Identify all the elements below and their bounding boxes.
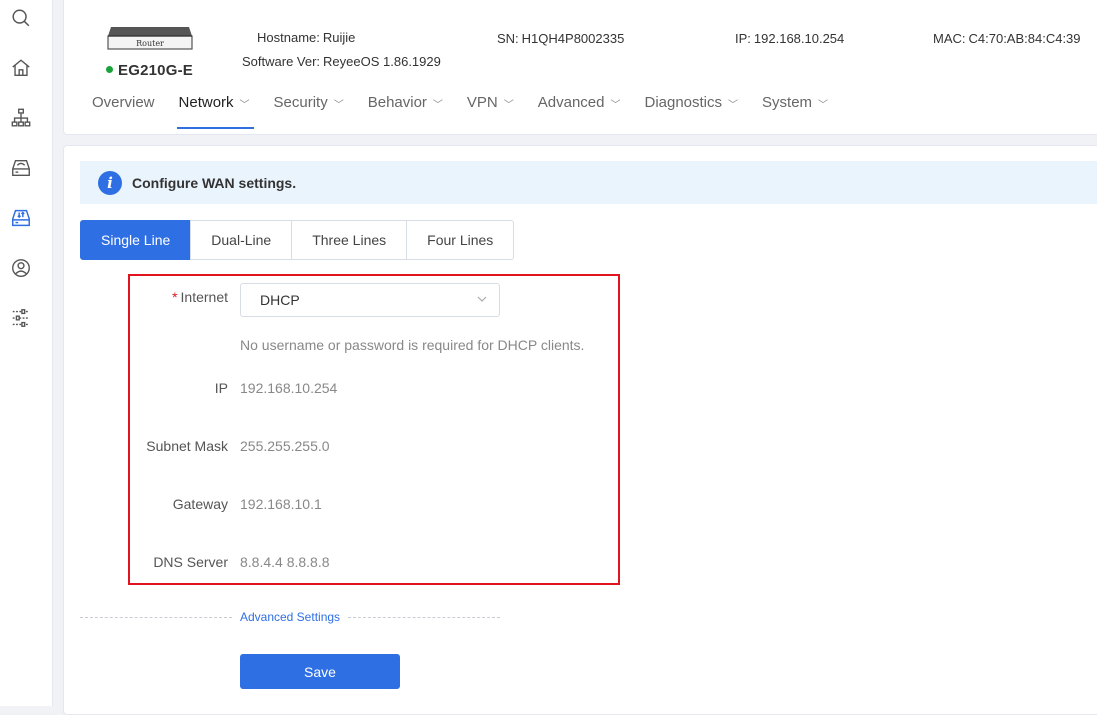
hostname-label: Hostname: — [257, 30, 320, 45]
sn-label: SN: — [497, 31, 519, 46]
ip-value: 192.168.10.254 — [753, 31, 845, 46]
info-notice: i Configure WAN settings. — [80, 161, 1097, 204]
router-icon[interactable] — [9, 156, 33, 180]
gateway-device-icon[interactable] — [9, 206, 33, 230]
mac-value: C4:70:AB:84:C4:39 — [968, 31, 1081, 46]
required-mark: * — [172, 289, 178, 305]
nav-system-label: System — [762, 94, 813, 111]
highlight-box — [128, 274, 620, 585]
user-icon[interactable] — [9, 256, 33, 280]
online-status-dot — [106, 65, 113, 73]
nav-network[interactable]: Network ﹀ — [176, 94, 254, 130]
chevron-down-icon: ﹀ — [333, 100, 344, 111]
nav-vpn[interactable]: VPN ﹀ — [467, 94, 514, 130]
search-icon[interactable] — [9, 6, 33, 30]
nav-behavior[interactable]: Behavior ﹀ — [368, 94, 443, 130]
chevron-down-icon: ﹀ — [503, 100, 514, 111]
chevron-down-icon: ﹀ — [818, 100, 829, 111]
left-icon-rail — [0, 0, 53, 706]
software-info: Software Ver: ReyeeOS 1.86.1929 — [242, 54, 441, 69]
subnet-mask-value: 255.255.255.0 — [240, 438, 330, 454]
home-icon[interactable] — [9, 56, 33, 80]
nav-network-label: Network — [178, 94, 234, 111]
nav-diagnostics[interactable]: Diagnostics ﹀ — [644, 94, 738, 130]
nav-overview[interactable]: Overview — [92, 94, 155, 130]
nav-system[interactable]: System ﹀ — [762, 94, 828, 130]
wan-settings-panel: i Configure WAN settings. Single Line Du… — [63, 145, 1097, 715]
internet-label: * Internet — [172, 289, 228, 305]
nav-diagnostics-label: Diagnostics — [644, 94, 723, 111]
device-model-text: EG210G-E — [118, 62, 193, 79]
device-model: EG210G-E — [106, 62, 193, 79]
line-mode-tabs: Single Line Dual-Line Three Lines Four L… — [80, 220, 515, 260]
software-value: ReyeeOS 1.86.1929 — [323, 54, 441, 69]
ip-field-value: 192.168.10.254 — [240, 380, 338, 396]
advanced-settings-divider: Advanced Settings — [80, 609, 501, 625]
internet-label-text: Internet — [180, 289, 228, 305]
hostname-value: Ruijie — [322, 30, 356, 45]
mac-info: MAC: C4:70:AB:84:C4:39 — [933, 31, 1081, 46]
software-label: Software Ver: — [242, 54, 321, 69]
sn-value: H1QH4P8002335 — [521, 31, 625, 46]
subnet-mask-label: Subnet Mask — [146, 438, 228, 454]
nav-security[interactable]: Security ﹀ — [274, 94, 344, 130]
gateway-label: Gateway — [172, 496, 228, 512]
tab-dual-line[interactable]: Dual-Line — [190, 220, 293, 260]
internet-type-value: DHCP — [260, 292, 300, 308]
divider-line — [80, 616, 232, 618]
hostname-info: Hostname: Ruijie — [257, 30, 355, 45]
save-button[interactable]: Save — [240, 654, 400, 689]
info-icon: i — [98, 170, 122, 195]
ip-info: IP: 192.168.10.254 — [735, 31, 844, 46]
chevron-down-icon: ﹀ — [432, 100, 443, 111]
gateway-value: 192.168.10.1 — [240, 496, 322, 512]
chevron-down-icon: ﹀ — [610, 100, 621, 111]
divider-line — [348, 616, 501, 618]
nav-overview-label: Overview — [92, 94, 155, 111]
network-topology-icon[interactable] — [9, 106, 33, 130]
ip-field-label: IP — [214, 380, 228, 396]
notice-text: Configure WAN settings. — [132, 174, 297, 191]
dns-server-label: DNS Server — [153, 554, 228, 570]
chevron-down-icon: ﹀ — [728, 100, 739, 111]
dns-server-value: 8.8.4.4 8.8.8.8 — [240, 554, 330, 570]
settings-sliders-icon[interactable] — [9, 306, 33, 330]
internet-type-select[interactable]: DHCP — [240, 283, 500, 317]
mac-label: MAC: — [933, 31, 966, 46]
tab-single-line[interactable]: Single Line — [80, 220, 192, 260]
tab-three-lines[interactable]: Three Lines — [291, 220, 408, 260]
nav-vpn-label: VPN — [466, 94, 498, 111]
sn-info: SN: H1QH4P8002335 — [497, 31, 624, 46]
nav-advanced[interactable]: Advanced ﹀ — [538, 94, 621, 130]
router-image-label: Router — [136, 39, 164, 48]
chevron-down-icon — [477, 296, 487, 302]
router-device-image: Router — [107, 27, 193, 50]
device-header: Router EG210G-E Hostname: Ruijie Software… — [63, 0, 1097, 135]
dhcp-hint: No username or password is required for … — [240, 337, 585, 353]
nav-behavior-label: Behavior — [367, 94, 427, 111]
nav-advanced-label: Advanced — [537, 94, 605, 111]
advanced-settings-link[interactable]: Advanced Settings — [232, 610, 348, 624]
main-nav: Overview Network ﹀ Security ﹀ Behavior ﹀ VP… — [92, 94, 852, 132]
ip-label: IP: — [735, 31, 751, 46]
nav-security-label: Security — [273, 94, 328, 111]
chevron-down-icon: ﹀ — [239, 100, 250, 111]
tab-four-lines[interactable]: Four Lines — [406, 220, 515, 260]
